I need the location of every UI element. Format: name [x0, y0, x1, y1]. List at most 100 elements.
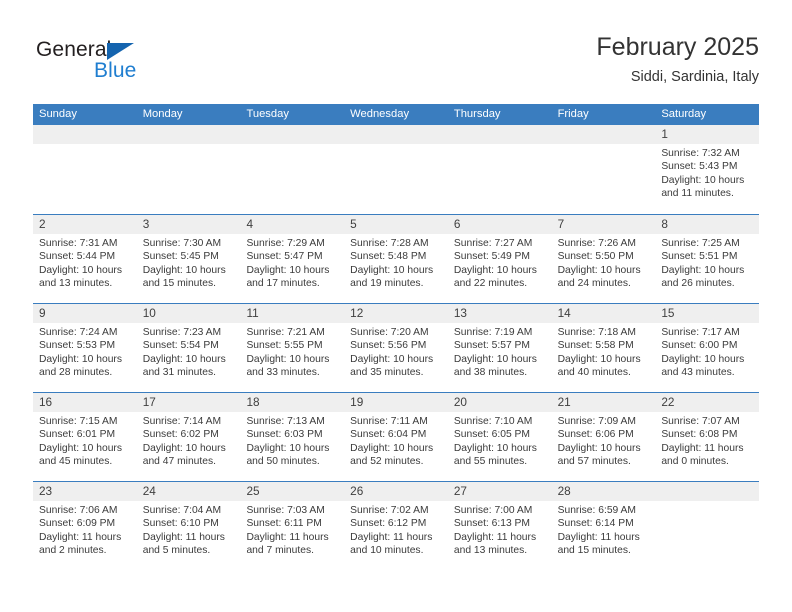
sunrise-time: Sunrise: 7:21 AM — [246, 327, 325, 338]
sunset-time: Sunset: 6:02 PM — [142, 429, 219, 441]
weekday-header-monday: Monday — [142, 108, 183, 120]
calendar-day-cell-empty — [447, 125, 552, 214]
calendar-day-cell[interactable]: 19 Sunrise: 7:11 AM Sunset: 6:04 PM Dayligh… — [344, 393, 448, 481]
sunset-time: Sunset: 5:53 PM — [39, 340, 116, 352]
sunrise-time: Sunrise: 7:27 AM — [453, 238, 533, 249]
day-number-band — [655, 482, 760, 501]
calendar-day-cell[interactable]: 17 Sunrise: 7:14 AM Sunset: 6:02 PM Dayligh… — [136, 393, 241, 481]
daylight-duration: Daylight: 10 hours and 38 minutes. — [453, 353, 537, 378]
calendar-day-cell[interactable]: 16 Sunrise: 7:15 AM Sunset: 6:01 PM Dayligh… — [33, 393, 137, 481]
day-number-band: 10 — [136, 304, 241, 323]
sunset-time: Sunset: 6:09 PM — [39, 518, 116, 530]
calendar-day-cell[interactable]: 5 Sunrise: 7:28 AM Sunset: 5:48 PM Daylight… — [344, 215, 448, 303]
calendar-day-cell[interactable]: 26 Sunrise: 7:02 AM Sunset: 6:12 PM Dayligh… — [344, 482, 448, 570]
daylight-duration: Daylight: 10 hours and 52 minutes. — [350, 442, 434, 467]
calendar-day-cell[interactable]: 23 Sunrise: 7:06 AM Sunset: 6:09 PM Dayligh… — [33, 482, 137, 570]
daylight-duration: Daylight: 10 hours and 19 minutes. — [350, 264, 434, 289]
calendar-day-cell[interactable]: 28 Sunrise: 6:59 AM Sunset: 6:14 PM Dayligh… — [551, 482, 656, 570]
weekday-header-saturday: Saturday — [661, 108, 707, 120]
calendar-day-cell[interactable]: 8 Sunrise: 7:25 AM Sunset: 5:51 PM Daylight… — [655, 215, 760, 303]
sunrise-time: Sunrise: 7:13 AM — [246, 416, 325, 427]
day-number: 28 — [557, 484, 571, 498]
day-sun-info: Sunrise: 7:17 AM Sunset: 6:00 PM Daylight:… — [655, 323, 759, 379]
sunset-time: Sunset: 6:13 PM — [453, 518, 531, 530]
calendar-day-cell[interactable]: 20 Sunrise: 7:10 AM Sunset: 6:05 PM Dayligh… — [447, 393, 552, 481]
calendar-day-cell-empty — [551, 125, 656, 214]
day-number-band — [240, 125, 345, 144]
day-sun-info: Sunrise: 7:09 AM Sunset: 6:06 PM Daylight:… — [552, 412, 656, 468]
calendar-day-cell[interactable]: 22 Sunrise: 7:07 AM Sunset: 6:08 PM Dayligh… — [655, 393, 760, 481]
day-sun-info: Sunrise: 7:23 AM Sunset: 5:54 PM Daylight:… — [137, 323, 241, 379]
calendar-day-cell[interactable]: 4 Sunrise: 7:29 AM Sunset: 5:47 PM Daylight… — [240, 215, 345, 303]
sunrise-time: Sunrise: 7:06 AM — [39, 505, 118, 516]
day-number-band: 25 — [240, 482, 345, 501]
sunset-time: Sunset: 5:44 PM — [39, 251, 116, 263]
daylight-duration: Daylight: 11 hours and 2 minutes. — [39, 531, 122, 556]
calendar-day-cell[interactable]: 18 Sunrise: 7:13 AM Sunset: 6:03 PM Dayligh… — [240, 393, 345, 481]
calendar-day-cell[interactable]: 25 Sunrise: 7:03 AM Sunset: 6:11 PM Dayligh… — [240, 482, 345, 570]
calendar-day-cell[interactable]: 1 Sunrise: 7:32 AM Sunset: 5:43 PM Daylight… — [655, 125, 760, 214]
day-number-band: 5 — [344, 215, 448, 234]
sunset-time: Sunset: 5:50 PM — [557, 251, 634, 263]
calendar-day-cell[interactable]: 13 Sunrise: 7:19 AM Sunset: 5:57 PM Dayligh… — [447, 304, 552, 392]
calendar-day-cell[interactable]: 27 Sunrise: 7:00 AM Sunset: 6:13 PM Dayligh… — [447, 482, 552, 570]
day-sun-info: Sunrise: 7:21 AM Sunset: 5:55 PM Daylight:… — [240, 323, 344, 379]
day-number-band — [447, 125, 552, 144]
calendar-day-cell-empty — [655, 482, 760, 570]
calendar-day-cell[interactable]: 2 Sunrise: 7:31 AM Sunset: 5:44 PM Daylight… — [33, 215, 137, 303]
calendar-day-cell[interactable]: 3 Sunrise: 7:30 AM Sunset: 5:45 PM Daylight… — [136, 215, 241, 303]
day-number-band: 12 — [344, 304, 448, 323]
day-sun-info: Sunrise: 7:07 AM Sunset: 6:08 PM Daylight:… — [655, 412, 759, 468]
day-number-band: 13 — [447, 304, 552, 323]
day-number: 17 — [142, 395, 156, 409]
sunset-time: Sunset: 5:51 PM — [661, 251, 738, 263]
calendar-week-row: 1 Sunrise: 7:32 AM Sunset: 5:43 PM Daylight… — [33, 125, 760, 214]
day-number-band — [33, 125, 137, 144]
sunset-time: Sunset: 5:45 PM — [142, 251, 219, 263]
sunset-time: Sunset: 6:08 PM — [661, 429, 738, 441]
day-number-band: 7 — [551, 215, 656, 234]
weekday-header-thursday: Thursday — [453, 108, 501, 120]
calendar-day-cell[interactable]: 7 Sunrise: 7:26 AM Sunset: 5:50 PM Daylight… — [551, 215, 656, 303]
calendar-day-cell[interactable]: 21 Sunrise: 7:09 AM Sunset: 6:06 PM Dayligh… — [551, 393, 656, 481]
day-sun-info: Sunrise: 7:19 AM Sunset: 5:57 PM Daylight:… — [448, 323, 552, 379]
calendar-day-cell[interactable]: 10 Sunrise: 7:23 AM Sunset: 5:54 PM Dayligh… — [136, 304, 241, 392]
day-sun-info: Sunrise: 6:59 AM Sunset: 6:14 PM Daylight:… — [552, 501, 656, 557]
calendar-day-cell[interactable]: 11 Sunrise: 7:21 AM Sunset: 5:55 PM Dayligh… — [240, 304, 345, 392]
sunrise-time: Sunrise: 7:28 AM — [350, 238, 429, 249]
general-blue-logo[interactable]: General Blue — [36, 38, 256, 90]
day-number: 6 — [453, 217, 461, 231]
page-subtitle: Siddi, Sardinia, Italy — [630, 69, 759, 85]
day-number-band: 15 — [655, 304, 760, 323]
day-sun-info: Sunrise: 7:10 AM Sunset: 6:05 PM Daylight:… — [448, 412, 552, 468]
sunrise-time: Sunrise: 7:03 AM — [246, 505, 325, 516]
daylight-duration: Daylight: 10 hours and 35 minutes. — [350, 353, 434, 378]
day-number-band: 23 — [33, 482, 137, 501]
sunrise-time: Sunrise: 7:09 AM — [557, 416, 637, 427]
calendar-day-cell[interactable]: 24 Sunrise: 7:04 AM Sunset: 6:10 PM Dayligh… — [136, 482, 241, 570]
day-number: 5 — [350, 217, 357, 231]
daylight-duration: Daylight: 10 hours and 33 minutes. — [246, 353, 330, 378]
day-sun-info: Sunrise: 7:15 AM Sunset: 6:01 PM Daylight:… — [33, 412, 137, 468]
sunset-time: Sunset: 6:00 PM — [661, 340, 738, 352]
page-title: February 2025 — [596, 33, 759, 61]
day-number-band: 4 — [240, 215, 345, 234]
day-number: 11 — [246, 306, 259, 320]
sunrise-time: Sunrise: 7:19 AM — [453, 327, 533, 338]
day-sun-info: Sunrise: 7:25 AM Sunset: 5:51 PM Daylight:… — [655, 234, 759, 290]
calendar-day-cell[interactable]: 6 Sunrise: 7:27 AM Sunset: 5:49 PM Daylight… — [447, 215, 552, 303]
day-number: 19 — [350, 395, 364, 409]
calendar-day-cell[interactable]: 15 Sunrise: 7:17 AM Sunset: 6:00 PM Dayligh… — [655, 304, 760, 392]
calendar-day-cell[interactable]: 12 Sunrise: 7:20 AM Sunset: 5:56 PM Dayligh… — [344, 304, 448, 392]
day-sun-info: Sunrise: 7:00 AM Sunset: 6:13 PM Daylight:… — [448, 501, 552, 557]
weekday-header-friday: Friday — [557, 108, 589, 120]
day-number-band: 2 — [33, 215, 137, 234]
day-sun-info: Sunrise: 7:20 AM Sunset: 5:56 PM Daylight:… — [344, 323, 448, 379]
day-number: 3 — [142, 217, 150, 231]
calendar-day-cell[interactable]: 14 Sunrise: 7:18 AM Sunset: 5:58 PM Dayligh… — [551, 304, 656, 392]
daylight-duration: Daylight: 10 hours and 15 minutes. — [142, 264, 226, 289]
calendar-day-cell[interactable]: 9 Sunrise: 7:24 AM Sunset: 5:53 PM Daylight… — [33, 304, 137, 392]
day-sun-info: Sunrise: 7:04 AM Sunset: 6:10 PM Daylight:… — [137, 501, 241, 557]
day-number-band — [551, 125, 656, 144]
day-number: 12 — [350, 306, 364, 320]
